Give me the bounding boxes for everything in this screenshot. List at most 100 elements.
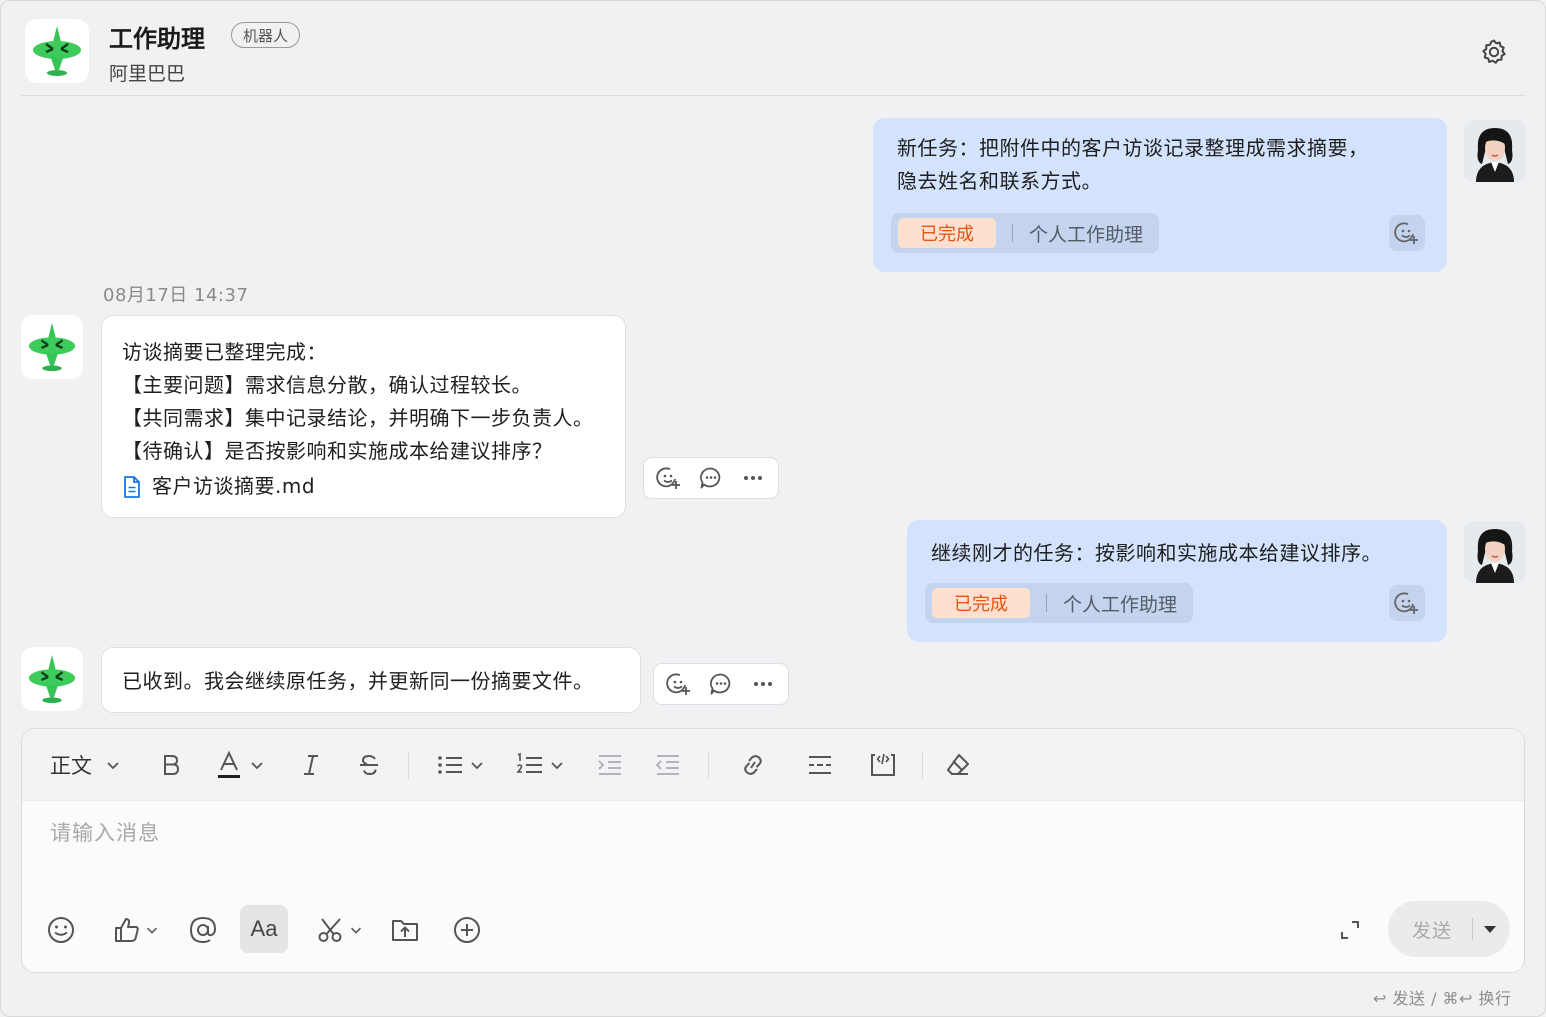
send-shortcut-hint: ↩ 发送 / ⌘↩ 换行 — [1373, 989, 1512, 1008]
organization-name: 阿里巴巴 — [109, 63, 186, 85]
bullet-list-dropdown[interactable] — [436, 747, 486, 783]
strikethrough-button[interactable] — [356, 747, 382, 783]
bot-avatar[interactable] — [21, 315, 83, 379]
thumbs-up-icon — [115, 918, 139, 942]
robot-badge: 机器人 — [231, 22, 301, 48]
message-line: 新任务：把附件中的客户访谈记录整理成需求摘要， — [897, 136, 1369, 160]
message-input[interactable]: 请输入消息 — [50, 817, 1490, 857]
status-divider — [1046, 594, 1047, 612]
message-body: 访谈摘要已整理完成： 【主要问题】需求信息分散，确认过程较长。 【共同需求】集中… — [122, 336, 594, 503]
divider-button[interactable] — [806, 747, 834, 783]
toolbar-divider — [922, 751, 923, 779]
bot-message-bubble: 已收到。我会继续原任务，并更新同一份摘要文件。 — [101, 647, 641, 713]
italic-button[interactable] — [298, 747, 324, 783]
user-message-bubble: 继续刚才的任务：按影响和实施成本给建议排序。 已完成 个人工作助理 — [907, 520, 1447, 642]
add-reaction-button[interactable] — [1389, 215, 1425, 251]
expand-editor-button[interactable] — [1330, 907, 1370, 953]
message-composer: 正文 请输入消息 Aa 发送 — [21, 728, 1525, 973]
bot-logo-icon — [33, 26, 81, 76]
attachment-link[interactable]: 客户访谈摘要.md — [122, 470, 594, 503]
message-actions — [643, 457, 779, 499]
chevron-down-icon — [551, 762, 563, 770]
user-portrait-icon — [1464, 521, 1526, 583]
emoji-button[interactable] — [40, 907, 82, 953]
bot-avatar[interactable] — [25, 19, 89, 83]
add-reaction-button[interactable] — [1389, 585, 1425, 621]
bold-button[interactable] — [158, 747, 184, 783]
message-line: 访谈摘要已整理完成： — [122, 340, 327, 364]
user-message-bubble: 新任务：把附件中的客户访谈记录整理成需求摘要， 隐去姓名和联系方式。 已完成 个… — [873, 118, 1447, 272]
settings-button[interactable] — [1479, 37, 1509, 67]
chevron-down-icon — [350, 927, 362, 934]
status-divider — [1012, 224, 1013, 242]
more-dots-icon — [744, 476, 762, 480]
comment-icon — [700, 467, 721, 489]
code-block-button[interactable] — [868, 747, 898, 783]
strikethrough-icon — [360, 754, 378, 776]
font-color-dropdown[interactable] — [216, 747, 266, 783]
chat-header: 工作助理 机器人 阿里巴巴 — [21, 1, 1526, 96]
task-owner-label: 个人工作助理 — [1029, 223, 1144, 246]
send-button[interactable]: 发送 — [1388, 901, 1510, 957]
chevron-down-icon — [107, 762, 119, 770]
toolbar-divider — [708, 751, 709, 779]
chevron-down-icon — [251, 762, 263, 770]
outdent-button[interactable] — [654, 747, 682, 783]
send-divider — [1472, 918, 1474, 940]
more-button[interactable] — [732, 460, 774, 496]
indent-button[interactable] — [596, 747, 624, 783]
emoji-add-icon — [1394, 592, 1418, 614]
attachment-name: 客户访谈摘要.md — [152, 474, 316, 498]
code-block-icon — [871, 753, 895, 776]
horizontal-rule-icon — [809, 756, 831, 774]
message-line: 【待确认】是否按影响和实施成本给建议排序？ — [122, 439, 553, 463]
more-button[interactable] — [742, 666, 784, 702]
clear-format-button[interactable] — [944, 747, 972, 783]
message-line: 【共同需求】集中记录结论，并明确下一步负责人。 — [122, 406, 594, 430]
at-sign-icon — [189, 916, 217, 944]
add-reaction-button[interactable] — [658, 666, 700, 702]
numbered-list-icon — [516, 752, 542, 773]
caret-down-icon[interactable] — [1481, 920, 1499, 938]
bold-icon — [164, 755, 180, 775]
text-style-label: 正文 — [50, 754, 92, 778]
more-actions-button[interactable] — [446, 907, 488, 953]
task-owner-label: 个人工作助理 — [1063, 593, 1178, 616]
reply-button[interactable] — [690, 460, 732, 496]
user-portrait-icon — [1464, 120, 1526, 182]
insert-link-button[interactable] — [738, 747, 768, 783]
reply-button[interactable] — [700, 666, 742, 702]
expand-icon — [1341, 921, 1359, 939]
font-color-icon — [218, 750, 240, 778]
plus-circle-icon — [454, 917, 480, 943]
indent-icon — [598, 755, 621, 775]
font-format-button[interactable]: Aa — [240, 905, 288, 953]
quick-reply-dropdown[interactable] — [106, 907, 166, 953]
numbered-list-dropdown[interactable] — [516, 747, 566, 783]
task-status-chip[interactable]: 已完成 个人工作助理 — [925, 583, 1194, 623]
bot-logo-icon — [28, 654, 76, 704]
link-icon — [744, 755, 762, 775]
status-done-badge: 已完成 — [932, 588, 1030, 618]
message-timestamp: 08月17日 14:37 — [103, 285, 249, 306]
more-dots-icon — [754, 682, 772, 686]
message-actions — [653, 663, 789, 705]
add-reaction-button[interactable] — [648, 460, 690, 496]
format-toolbar: 正文 — [22, 729, 1524, 801]
bot-logo-icon — [28, 322, 76, 372]
outdent-icon — [655, 755, 679, 775]
task-status-chip[interactable]: 已完成 个人工作助理 — [891, 213, 1160, 253]
bot-message-bubble: 访谈摘要已整理完成： 【主要问题】需求信息分散，确认过程较长。 【共同需求】集中… — [101, 315, 626, 518]
chat-title: 工作助理 — [109, 25, 205, 53]
italic-icon — [304, 755, 318, 775]
user-avatar[interactable] — [1464, 120, 1526, 182]
bot-avatar[interactable] — [21, 647, 83, 711]
message-line: 隐去姓名和联系方式。 — [897, 169, 1102, 193]
document-icon — [124, 475, 140, 498]
screenshot-dropdown[interactable] — [310, 907, 370, 953]
upload-file-button[interactable] — [384, 907, 426, 953]
user-avatar[interactable] — [1464, 521, 1526, 583]
text-style-dropdown[interactable]: 正文 — [50, 747, 122, 783]
mention-button[interactable] — [182, 907, 224, 953]
message-body: 已收到。我会继续原任务，并更新同一份摘要文件。 — [122, 665, 594, 698]
